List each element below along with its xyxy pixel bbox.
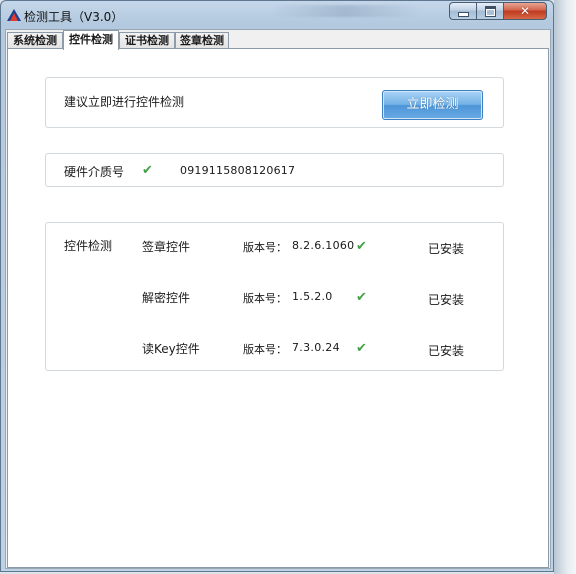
control-check-panel: 建议立即进行控件检测 立即检测 硬件介质号 ✔ 0919115808120617…	[7, 48, 549, 568]
hardware-id-value: 0919115808120617	[180, 164, 296, 177]
tab-certificate-check[interactable]: 证书检测	[119, 32, 175, 49]
version-label: 版本号：	[243, 241, 287, 254]
main-window: 检测工具（V3.0） ✕ 系统检测 控件检测 证书检测 签章检测 建议立即进行控…	[0, 0, 554, 572]
close-icon: ✕	[519, 4, 531, 18]
hardware-id-group: 硬件介质号 ✔ 0919115808120617	[45, 153, 504, 187]
control-row-signature: 签章控件 版本号： 8.2.6.1060 ✔ 已安装	[46, 238, 503, 258]
version-value: 8.2.6.1060	[292, 239, 355, 252]
install-status: 已安装	[428, 242, 465, 256]
tab-system-check[interactable]: 系统检测	[7, 32, 63, 49]
version-value: 7.3.0.24	[292, 341, 340, 354]
control-name: 签章控件	[142, 240, 191, 254]
control-row-decrypt: 解密控件 版本号： 1.5.2.0 ✔ 已安装	[46, 289, 503, 309]
detect-now-button[interactable]: 立即检测	[382, 90, 483, 120]
version-label: 版本号：	[243, 343, 287, 356]
control-name: 解密控件	[142, 291, 191, 305]
tab-control-check[interactable]: 控件检测	[63, 30, 119, 50]
tab-strip: 系统检测 控件检测 证书检测 签章检测	[6, 30, 550, 50]
minimize-icon	[457, 11, 469, 17]
desktop-background	[554, 0, 576, 574]
control-name: 读Key控件	[142, 342, 200, 356]
control-check-group: 控件检测 签章控件 版本号： 8.2.6.1060 ✔ 已安装 解密控件 版本号…	[45, 222, 504, 371]
check-icon: ✔	[356, 290, 367, 305]
caption-buttons: ✕	[449, 2, 547, 21]
maximize-icon	[484, 5, 496, 17]
check-icon: ✔	[142, 163, 153, 178]
check-icon: ✔	[356, 239, 367, 254]
version-value: 1.5.2.0	[292, 290, 333, 303]
client-area: 系统检测 控件检测 证书检测 签章检测 建议立即进行控件检测 立即检测 硬件介质…	[5, 29, 551, 569]
hardware-id-label: 硬件介质号	[64, 165, 125, 179]
suggestion-text: 建议立即进行控件检测	[64, 95, 185, 109]
close-button[interactable]: ✕	[503, 2, 547, 20]
window-title: 检测工具（V3.0）	[24, 10, 124, 24]
tab-signature-check[interactable]: 签章检测	[175, 32, 229, 49]
app-icon	[7, 9, 21, 21]
install-status: 已安装	[428, 344, 465, 358]
check-icon: ✔	[356, 341, 367, 356]
version-label: 版本号：	[243, 292, 287, 305]
title-bar[interactable]: 检测工具（V3.0） ✕	[1, 1, 553, 29]
maximize-button[interactable]	[476, 2, 503, 20]
control-row-readkey: 读Key控件 版本号： 7.3.0.24 ✔ 已安装	[46, 340, 503, 360]
minimize-button[interactable]	[449, 2, 476, 20]
install-status: 已安装	[428, 293, 465, 307]
blurred-background-text	[271, 5, 421, 17]
suggestion-group: 建议立即进行控件检测 立即检测	[45, 77, 504, 128]
